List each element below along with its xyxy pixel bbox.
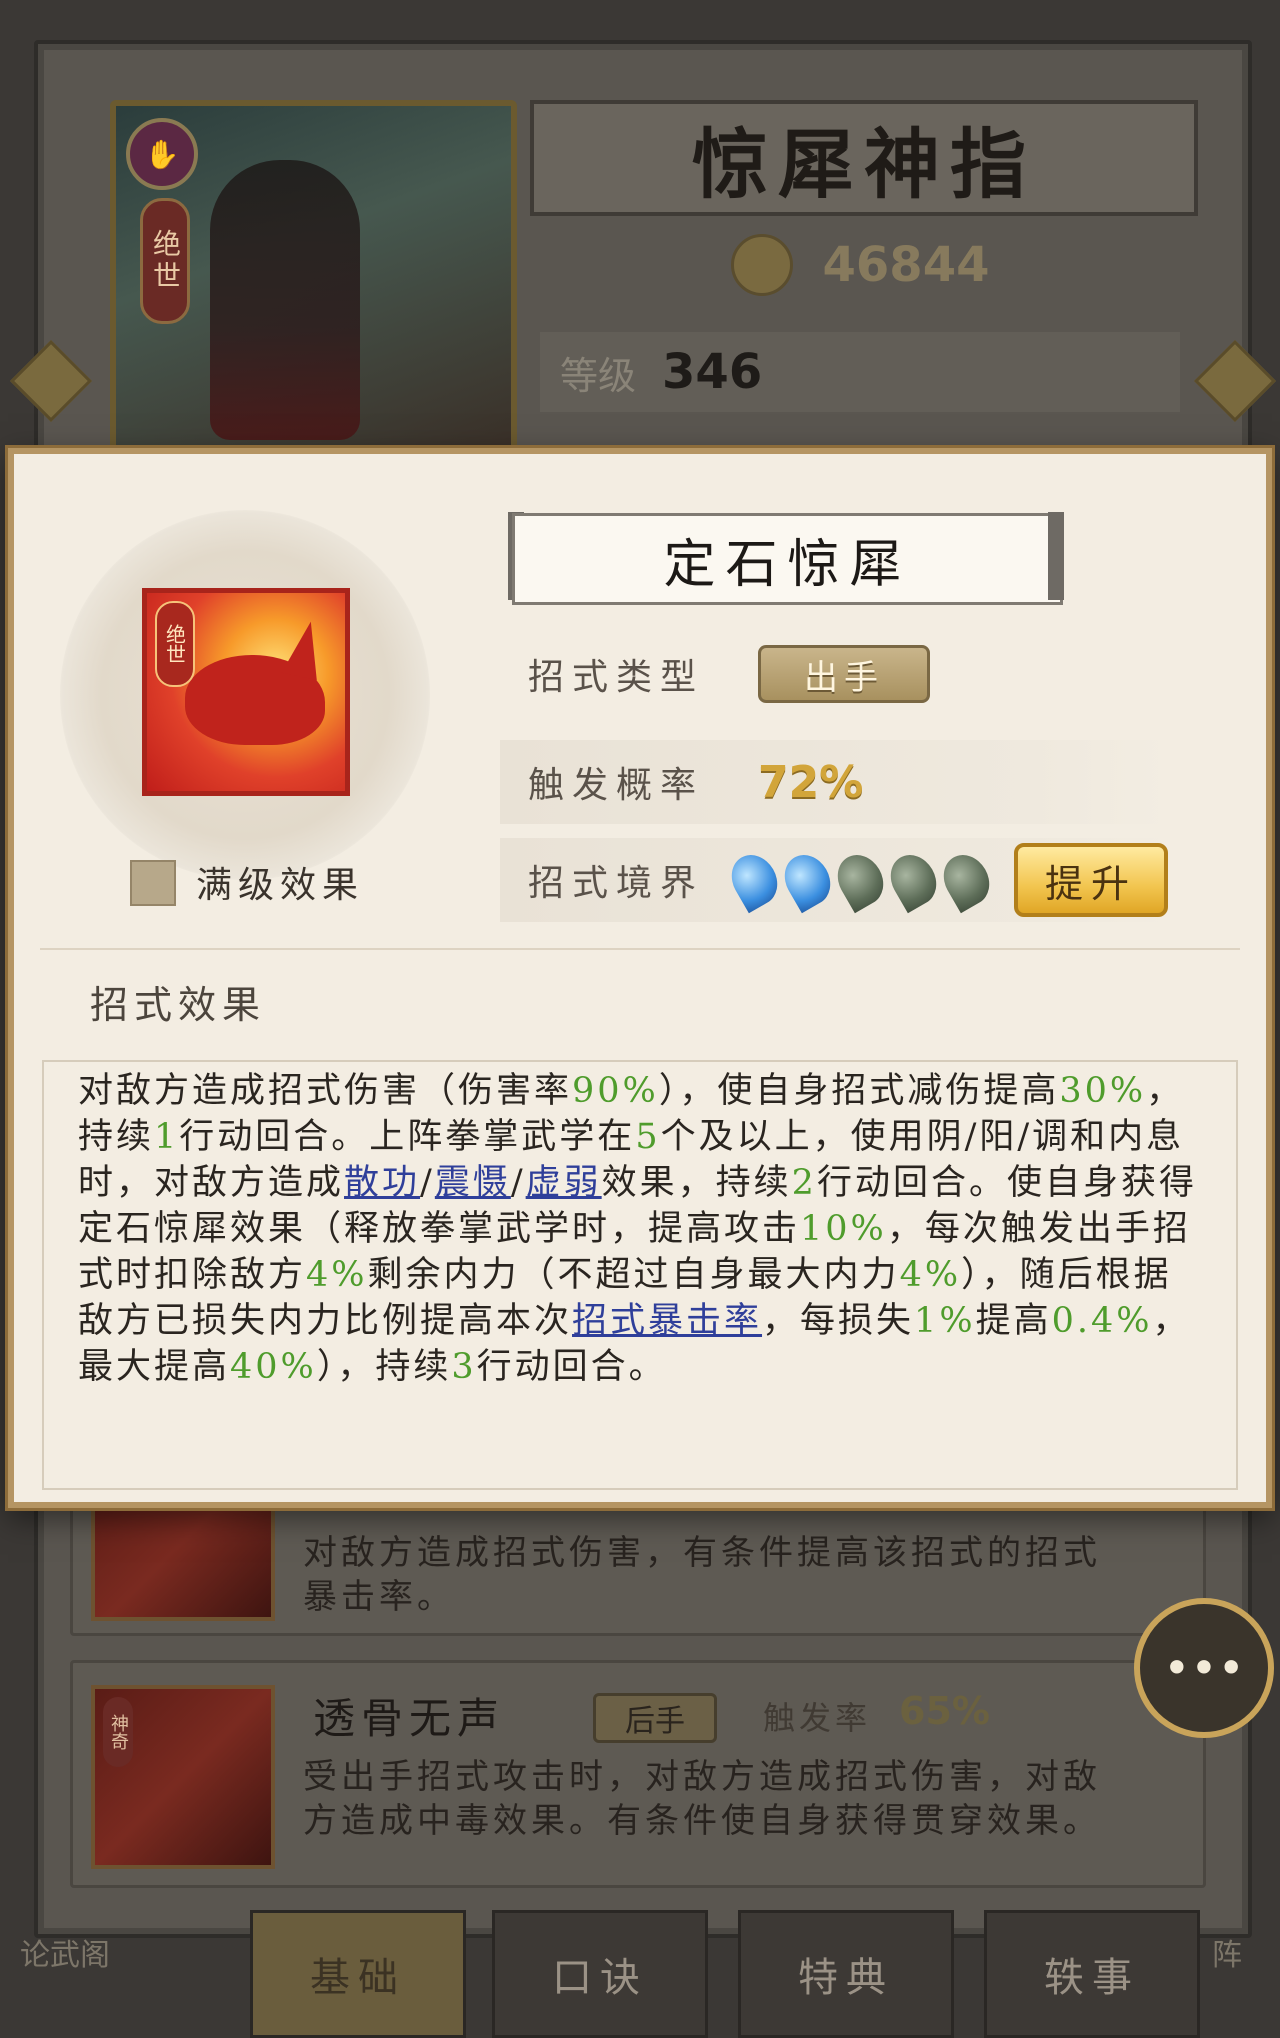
trigger-row: 触发概率 72% — [500, 740, 1168, 824]
tab-special[interactable]: 特典 — [738, 1910, 954, 2038]
level-value: 346 — [662, 344, 763, 400]
skill-thumb-tag: 神奇 — [103, 1697, 133, 1767]
effect-text-segment: 对敌方造成招式伤害（伤害率 — [78, 1071, 573, 1111]
rarity-tag: 绝世 — [140, 198, 190, 324]
effect-number: 10% — [800, 1209, 887, 1249]
skill-icon: 绝世 — [142, 588, 350, 796]
skill-type-row: 招式类型 出手 — [500, 632, 1168, 716]
skill-name-plate: 定石惊犀 — [512, 513, 1063, 605]
power-icon — [730, 234, 793, 296]
effect-link[interactable]: 震慑 — [435, 1163, 511, 1203]
trigger-rate-label: 触发率 — [763, 1699, 872, 1737]
tab-anecdote[interactable]: 轶事 — [984, 1910, 1200, 2038]
tab-mantra[interactable]: 口诀 — [492, 1910, 708, 2038]
realm-bead-icon — [828, 846, 893, 914]
effect-number: 1 — [154, 1117, 180, 1157]
effect-number: 1% — [914, 1301, 976, 1341]
effect-text-segment: ），使自身招式减伤提高 — [658, 1071, 1060, 1111]
realm-bead-icon — [934, 846, 999, 914]
skill-type-badge: 出手 — [758, 645, 930, 703]
skill-icon-tag: 绝世 — [155, 601, 195, 687]
effect-number: 4% — [899, 1255, 962, 1295]
martial-art-title: 惊犀神指 — [530, 100, 1198, 216]
effect-text-segment: ），持续 — [316, 1347, 452, 1387]
skill-name: 透骨无声 — [313, 1694, 506, 1743]
level-row: 等级 346 — [540, 332, 1180, 412]
left-corner-label[interactable]: 论武阁 — [20, 1930, 110, 1974]
trigger-label: 触发概率 — [528, 765, 705, 806]
realm-beads — [722, 846, 999, 914]
realm-bead-icon — [775, 846, 840, 914]
power-value: 46844 — [822, 237, 990, 293]
tab-basic[interactable]: 基础 — [250, 1910, 466, 2038]
effect-text-segment: 行动回合。 — [476, 1347, 667, 1387]
school-emblem-icon: ✋ — [126, 118, 198, 190]
level-label: 等级 — [560, 353, 637, 398]
effect-text-segment: 提高 — [975, 1301, 1052, 1341]
effect-number: 5 — [635, 1117, 661, 1157]
effect-number: 4% — [306, 1255, 368, 1295]
skill-type-tag: 后手 — [593, 1693, 717, 1743]
character-figure — [210, 160, 360, 440]
effect-text-segment: 剩余内力（不超过自身最大内力 — [367, 1255, 900, 1295]
effect-text-segment: ，每损失 — [762, 1301, 915, 1341]
effect-link[interactable]: 虚弱 — [526, 1163, 602, 1203]
max-level-checkbox[interactable] — [130, 860, 176, 906]
effect-number: 90% — [572, 1071, 659, 1111]
skill-list-item[interactable]: 神奇 透骨无声 后手 触发率 65% 受出手招式攻击时，对敌方造成招式伤害，对敌… — [70, 1660, 1206, 1888]
power-row: 46844 — [560, 225, 1160, 305]
chat-button[interactable]: ••• — [1134, 1598, 1274, 1738]
max-level-label[interactable]: 满级效果 — [196, 856, 364, 908]
effect-text-segment: / — [420, 1163, 435, 1203]
effect-number: 40% — [230, 1347, 317, 1387]
effect-text-segment: 行动回合。上阵拳掌武学在 — [179, 1117, 636, 1157]
effect-number: 0.4% — [1051, 1301, 1153, 1341]
realm-row: 招式境界 提升 — [500, 838, 1168, 922]
effect-link[interactable]: 散功 — [344, 1163, 420, 1203]
effect-number: 30% — [1059, 1071, 1147, 1111]
skill-name: 定石惊犀 — [663, 534, 912, 595]
skill-thumb: 神奇 — [91, 1685, 275, 1869]
bottom-tab-bar: 论武阁 基础 口诀 特典 轶事 阵 — [0, 1910, 1280, 2038]
effect-text-segment: / — [510, 1163, 526, 1203]
skill-list-item[interactable]: 对敌方造成招式伤害，有条件提高该招式的招式暴击率。 — [70, 1463, 1206, 1636]
divider — [40, 948, 1240, 950]
effect-number: 2 — [791, 1163, 817, 1203]
upgrade-button[interactable]: 提升 — [1013, 843, 1168, 917]
effect-number: 3 — [451, 1347, 477, 1387]
effect-link[interactable]: 招式暴击率 — [572, 1301, 762, 1341]
realm-label: 招式境界 — [528, 863, 705, 904]
skill-description: 受出手招式攻击时，对敌方造成招式伤害，对敌方造成中毒效果。有条件使自身获得贯穿效… — [303, 1757, 1101, 1841]
realm-bead-icon — [881, 846, 946, 914]
right-corner-label[interactable]: 阵 — [1212, 1930, 1242, 1974]
effect-text-segment: 效果，持续 — [601, 1163, 792, 1203]
rhino-horn — [281, 617, 329, 681]
bracket-right — [1048, 512, 1064, 600]
chat-icon: ••• — [1163, 1641, 1245, 1695]
skill-type-label: 招式类型 — [528, 657, 705, 698]
realm-bead-icon — [722, 846, 787, 914]
effect-title: 招式效果 — [90, 983, 267, 1027]
effect-description: 对敌方造成招式伤害（伤害率90%），使自身招式减伤提高30%，持续1行动回合。上… — [78, 1068, 1208, 1390]
trigger-rate-value: 65% — [899, 1689, 990, 1733]
skill-description: 对敌方造成招式伤害，有条件提高该招式的招式暴击率。 — [303, 1533, 1101, 1617]
trigger-value: 72% — [758, 756, 864, 808]
